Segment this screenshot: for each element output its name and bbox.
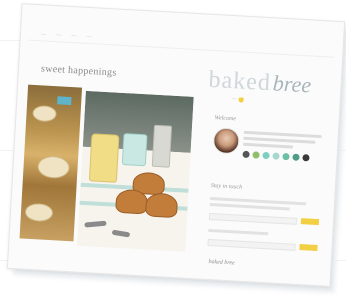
social-icon[interactable] xyxy=(252,151,260,159)
search-input[interactable] xyxy=(207,238,296,251)
teal-jar xyxy=(121,133,148,167)
email-field[interactable] xyxy=(208,212,298,225)
avatar xyxy=(212,127,241,155)
social-icon[interactable] xyxy=(302,154,310,162)
whisk-icon xyxy=(238,96,244,103)
bio-text xyxy=(243,130,324,153)
napkin xyxy=(57,96,72,106)
nav-item[interactable]: — xyxy=(56,32,62,38)
plate xyxy=(36,155,71,180)
logo-tagline: — xyxy=(231,96,244,103)
signup-heading: Stay in touch xyxy=(210,183,243,191)
post-title[interactable]: sweet happenings xyxy=(41,63,117,78)
glass-bottle xyxy=(151,124,173,168)
plate xyxy=(32,104,57,123)
social-icon[interactable] xyxy=(282,152,290,161)
nav-item[interactable]: — xyxy=(71,33,77,39)
social-icon[interactable] xyxy=(262,151,270,160)
search-button[interactable] xyxy=(299,244,318,252)
plate xyxy=(24,202,54,223)
text-line xyxy=(208,228,269,236)
tagline-text: — xyxy=(231,96,237,103)
printed-webpage: — — — — sweet happenings bakedbree — Wel… xyxy=(6,3,346,287)
subscribe-button[interactable] xyxy=(300,218,320,226)
signature: baked bree xyxy=(208,259,235,267)
social-icon[interactable] xyxy=(272,152,280,160)
nav-item[interactable]: — xyxy=(86,34,92,40)
logo-word: baked xyxy=(207,66,272,97)
logo-word: bree xyxy=(272,70,312,98)
top-nav: — — — — xyxy=(41,31,92,40)
text-line xyxy=(243,142,294,149)
nav-divider xyxy=(28,39,335,58)
screenshot-photo: — — — — sweet happenings bakedbree — Wel… xyxy=(0,0,346,296)
social-icon[interactable] xyxy=(242,150,250,159)
text-line xyxy=(209,202,290,211)
social-icon[interactable] xyxy=(292,153,300,161)
party-photo-left xyxy=(19,84,83,242)
welcome-heading: Welcome xyxy=(214,115,237,123)
muffin-photo xyxy=(77,90,194,252)
yellow-jar xyxy=(88,133,120,183)
blog-logo[interactable]: bakedbree xyxy=(208,67,312,100)
social-links xyxy=(242,150,310,162)
nav-item[interactable]: — xyxy=(41,31,47,37)
